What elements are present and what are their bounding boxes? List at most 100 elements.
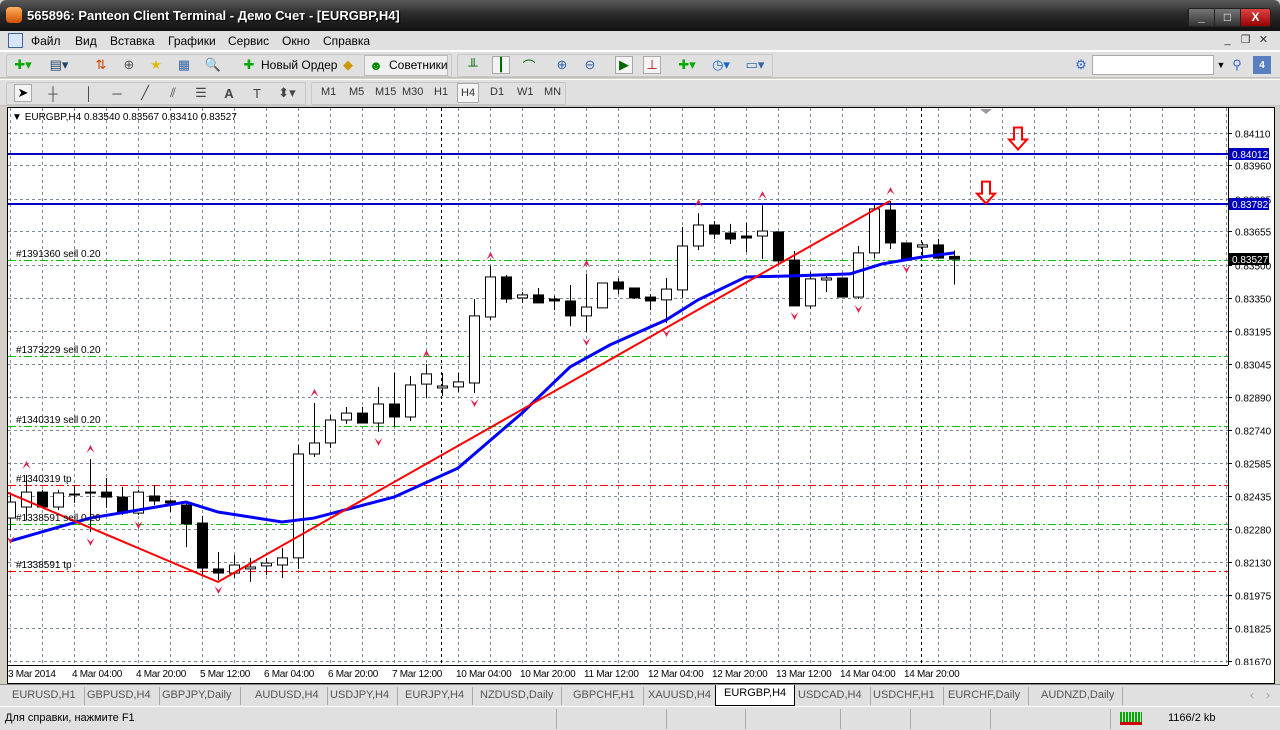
search-input[interactable] [1092,55,1214,75]
trendline-icon[interactable]: ╱ [136,84,154,102]
order-label[interactable]: #1373229 sell 0.20 [16,345,101,356]
price-axis[interactable]: 0.841100.839600.838050.836550.835000.833… [1228,108,1275,665]
menu-charts[interactable]: Графики [168,34,216,48]
search-icon[interactable]: ⚲ [1228,56,1246,74]
chart-symbol-info: ▼ EURGBP,H4 0.83540 0.83567 0.83410 0.83… [12,112,237,123]
bid-price-label: 0.83527 [1232,255,1269,266]
market-watch-icon[interactable]: ⇅ [92,56,110,74]
chart-tab[interactable]: GBPUSD,H4 [79,687,160,705]
chart-tab[interactable]: NZDUSD,Daily [472,687,563,705]
chart-tab[interactable]: USDCAD,H4 [790,687,871,705]
vertical-line-icon[interactable]: │ [80,84,98,102]
maximize-button[interactable]: □ [1214,9,1240,26]
minimize-button[interactable]: _ [1188,9,1214,26]
metaeditor-icon[interactable]: ◆ [339,56,357,74]
profiles-icon[interactable]: ▤▾ [50,56,69,74]
timeframe-m5[interactable]: M5 [349,86,364,98]
equidistant-channel-icon[interactable]: ⫽ [164,84,182,102]
text-icon[interactable]: A [220,84,238,102]
indicators-icon[interactable]: ✚▾ [678,56,696,74]
fractal-down-icon [374,437,383,446]
fibonacci-icon[interactable]: ☰ [192,84,210,102]
timeframe-m15[interactable]: M15 [375,86,396,98]
timeframe-h1[interactable]: H1 [434,86,448,98]
candlestick-chart-icon[interactable]: ┃ [492,56,510,74]
bull-candle-body [869,208,880,254]
new-order-icon[interactable]: ✚ [240,56,258,74]
horizontal-line-icon[interactable]: ─ [108,84,126,102]
menu-file[interactable]: Файл [31,34,61,48]
chart-shift-icon[interactable]: ⊥ [643,56,661,74]
templates-icon[interactable]: ▭▾ [746,56,765,74]
time-axis[interactable]: 3 Mar 2014 4 Mar 04:00 4 Mar 20:00 5 Mar 12… [8,665,1228,683]
crosshair-icon[interactable]: ┼ [44,84,62,102]
bull-candle-body [693,224,704,247]
chart-tab[interactable]: GBPCHF,H1 [565,687,644,705]
timeframe-m30[interactable]: M30 [402,86,423,98]
candle [725,223,736,245]
auto-scroll-icon[interactable]: ▶ [615,56,633,74]
timeframe-d1[interactable]: D1 [490,86,504,98]
order-label[interactable]: #1338591 tp [16,560,72,571]
bull-candle-body [469,315,480,384]
menu-view[interactable]: Вид [75,34,97,48]
chart-tab[interactable]: EURJPY,H4 [397,687,474,705]
chart-tab[interactable]: AUDNZD,Daily [1033,687,1124,705]
periods-icon[interactable]: ◷▾ [712,56,730,74]
timeframe-w1[interactable]: W1 [517,86,534,98]
chart-tab[interactable]: EURGBP,H4 [715,685,796,706]
chart-tab[interactable]: EURCHF,Daily [940,687,1030,705]
timeframe-m1[interactable]: M1 [321,86,336,98]
order-label[interactable]: #1391360 sell 0.20 [16,249,101,260]
bar-chart-icon[interactable]: ╨ [464,56,482,74]
order-label[interactable]: #1338591 sell 0.20 [16,513,101,524]
chart-tab[interactable]: USDCHF,H1 [865,687,944,705]
timeframe-h4[interactable]: H4 [457,83,480,103]
chart-tab[interactable]: GBPJPY,Daily [154,687,241,705]
mdi-restore-button[interactable]: ❐ [1237,32,1254,49]
chart-tab[interactable]: EURUSD,H1 [4,687,85,705]
zoom-out-icon[interactable]: ⊖ [581,56,599,74]
time-tick-label: 10 Mar 20:00 [520,669,576,680]
order-label[interactable]: #1340319 tp [16,474,72,485]
new-order-button[interactable]: Новый Ордер [261,58,337,72]
navigator-icon[interactable]: ★ [147,56,165,74]
tester-icon[interactable]: 🔍 [204,56,222,74]
chart-tab[interactable]: XAUUSD,H4 [640,687,720,705]
zoom-in-icon[interactable]: ⊕ [553,56,571,74]
standard-toolbar: ✚▾ ▤▾ ⇅ ⊕ ★ ▦ 🔍 ✚ Новый Ордер ◆ ☻ Советн… [0,51,1280,78]
collapse-triangle-icon[interactable]: ▼ [12,112,22,123]
candle [149,484,160,506]
mdi-minimize-button[interactable]: _ [1219,32,1236,49]
order-label[interactable]: #1340319 sell 0.20 [16,415,101,426]
cursor-icon[interactable]: ➤ [14,84,32,102]
chart-window[interactable]: 0.841100.839600.838050.836550.835000.833… [7,107,1275,684]
terminal-icon[interactable]: ▦ [175,56,193,74]
menu-window[interactable]: Окно [282,34,310,48]
settings-gear-icon[interactable]: ⚙ [1072,56,1090,74]
line-chart-icon[interactable]: ⌒ [520,56,538,74]
bear-candle-body [725,232,736,240]
bull-candle-body [405,384,416,418]
mdi-close-button[interactable]: ✕ [1255,32,1272,49]
close-button[interactable]: X [1240,9,1270,26]
new-chart-icon[interactable]: ✚▾ [14,56,32,74]
candle [917,242,928,258]
time-tick-label: 11 Mar 12:00 [584,669,639,680]
crosshair-data-window-icon[interactable]: ⊕ [120,56,138,74]
tab-scroll-left[interactable]: ‹ [1250,688,1254,702]
menu-help[interactable]: Справка [323,34,370,48]
price-chart[interactable] [8,108,1228,665]
menu-tools[interactable]: Сервис [228,34,269,48]
chat-icon[interactable]: 4 [1253,56,1271,74]
experts-button[interactable]: Советники [389,58,448,72]
menu-insert[interactable]: Вставка [110,34,155,48]
arrows-icon[interactable]: ⬍▾ [278,84,296,102]
chart-tab[interactable]: USDJPY,H4 [322,687,399,705]
chart-tab[interactable]: AUDUSD,H4 [247,687,328,705]
time-tick-label: 14 Mar 04:00 [840,669,896,680]
text-label-icon[interactable]: T [248,84,266,102]
bear-candle-body [789,259,800,307]
timeframe-mn[interactable]: MN [544,86,561,98]
tab-scroll-right[interactable]: › [1266,688,1270,702]
